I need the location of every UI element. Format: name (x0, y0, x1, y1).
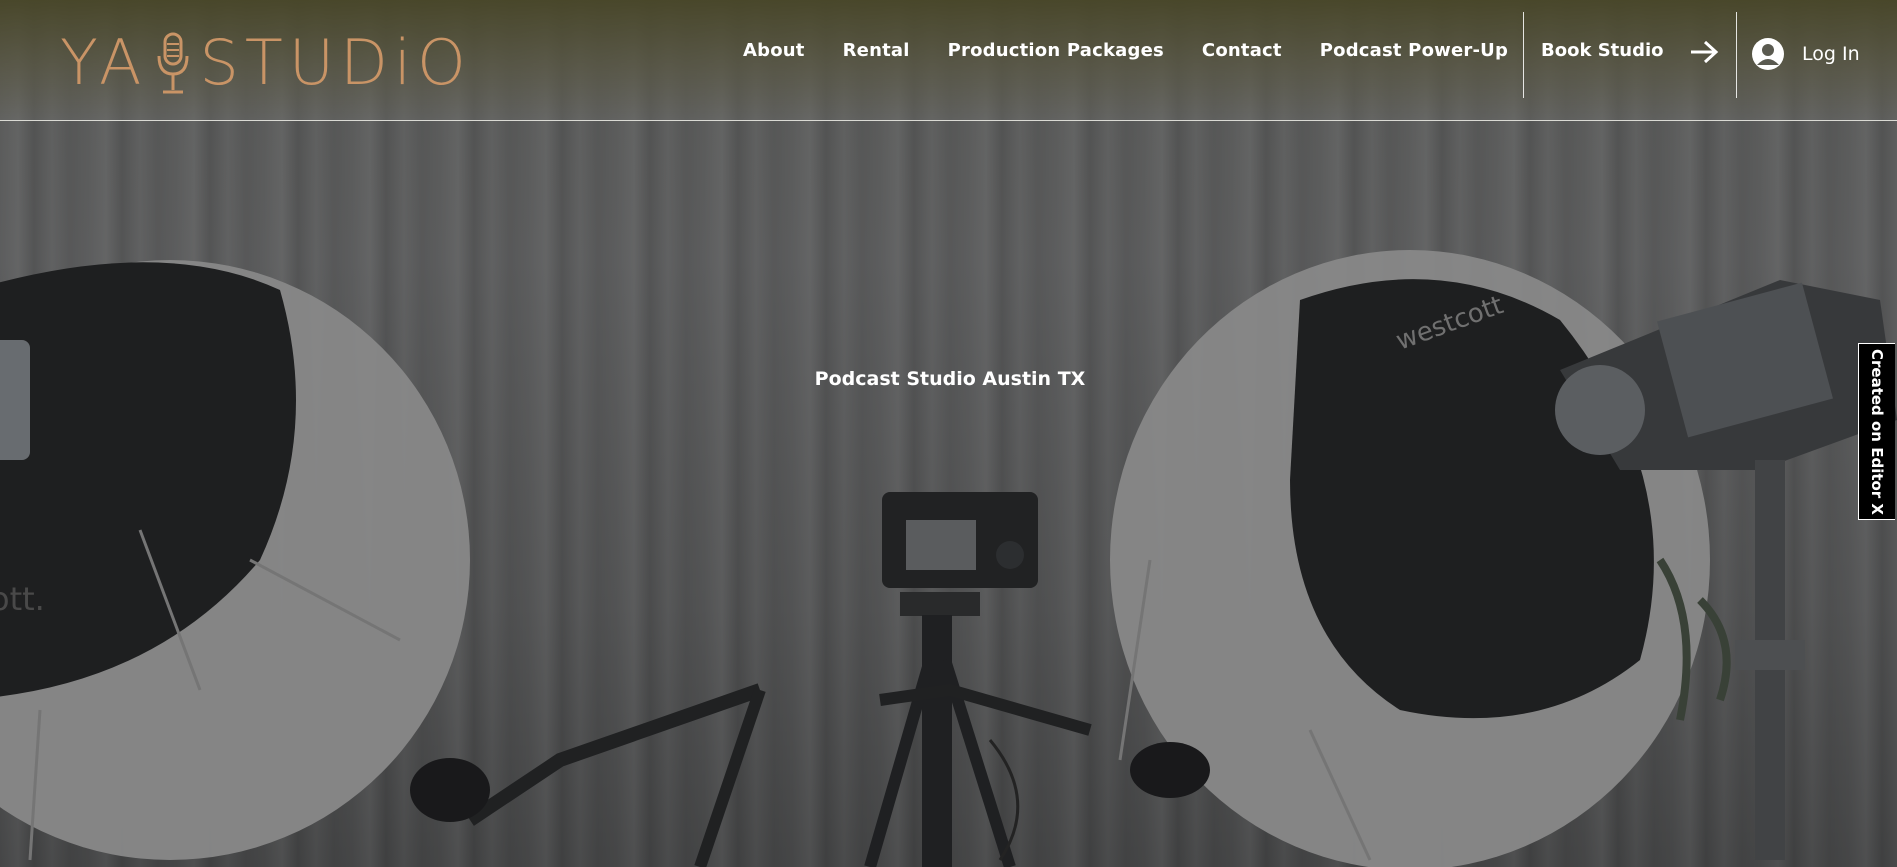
nav-item-about[interactable]: About (743, 40, 805, 61)
nav-item-production-packages[interactable]: Production Packages (948, 40, 1164, 61)
nav-divider (1736, 12, 1737, 98)
created-on-editor-x-badge[interactable]: Created on Editor X (1858, 343, 1895, 520)
logo-text-right: STUDiO (199, 26, 472, 99)
nav-item-contact[interactable]: Contact (1202, 40, 1282, 61)
badge-label: Created on Editor X (1868, 348, 1886, 515)
book-studio-button[interactable]: Book Studio (1541, 40, 1719, 64)
logo-text-left: YA (60, 26, 148, 99)
login-label: Log In (1802, 43, 1860, 65)
site-header: YA STUDiO About Rental Production Packag… (0, 0, 1897, 121)
microphone-logo-icon (157, 32, 189, 94)
user-avatar-icon (1752, 38, 1784, 70)
book-studio-label: Book Studio (1541, 40, 1664, 61)
nav-item-rental[interactable]: Rental (843, 40, 910, 61)
nav-divider (1523, 12, 1524, 98)
main-navigation: About Rental Production Packages Contact… (743, 40, 1546, 61)
login-button[interactable]: Log In (1752, 38, 1860, 70)
hero-background-image: ott. westcott (0, 0, 1897, 867)
logo-wordmark: YA STUDiO (60, 30, 472, 96)
brand-logo[interactable]: YA STUDiO (60, 28, 472, 98)
arrow-right-icon (1691, 40, 1719, 64)
nav-item-podcast-power-up[interactable]: Podcast Power-Up (1320, 40, 1508, 61)
hero-title: Podcast Studio Austin TX (814, 368, 1086, 390)
